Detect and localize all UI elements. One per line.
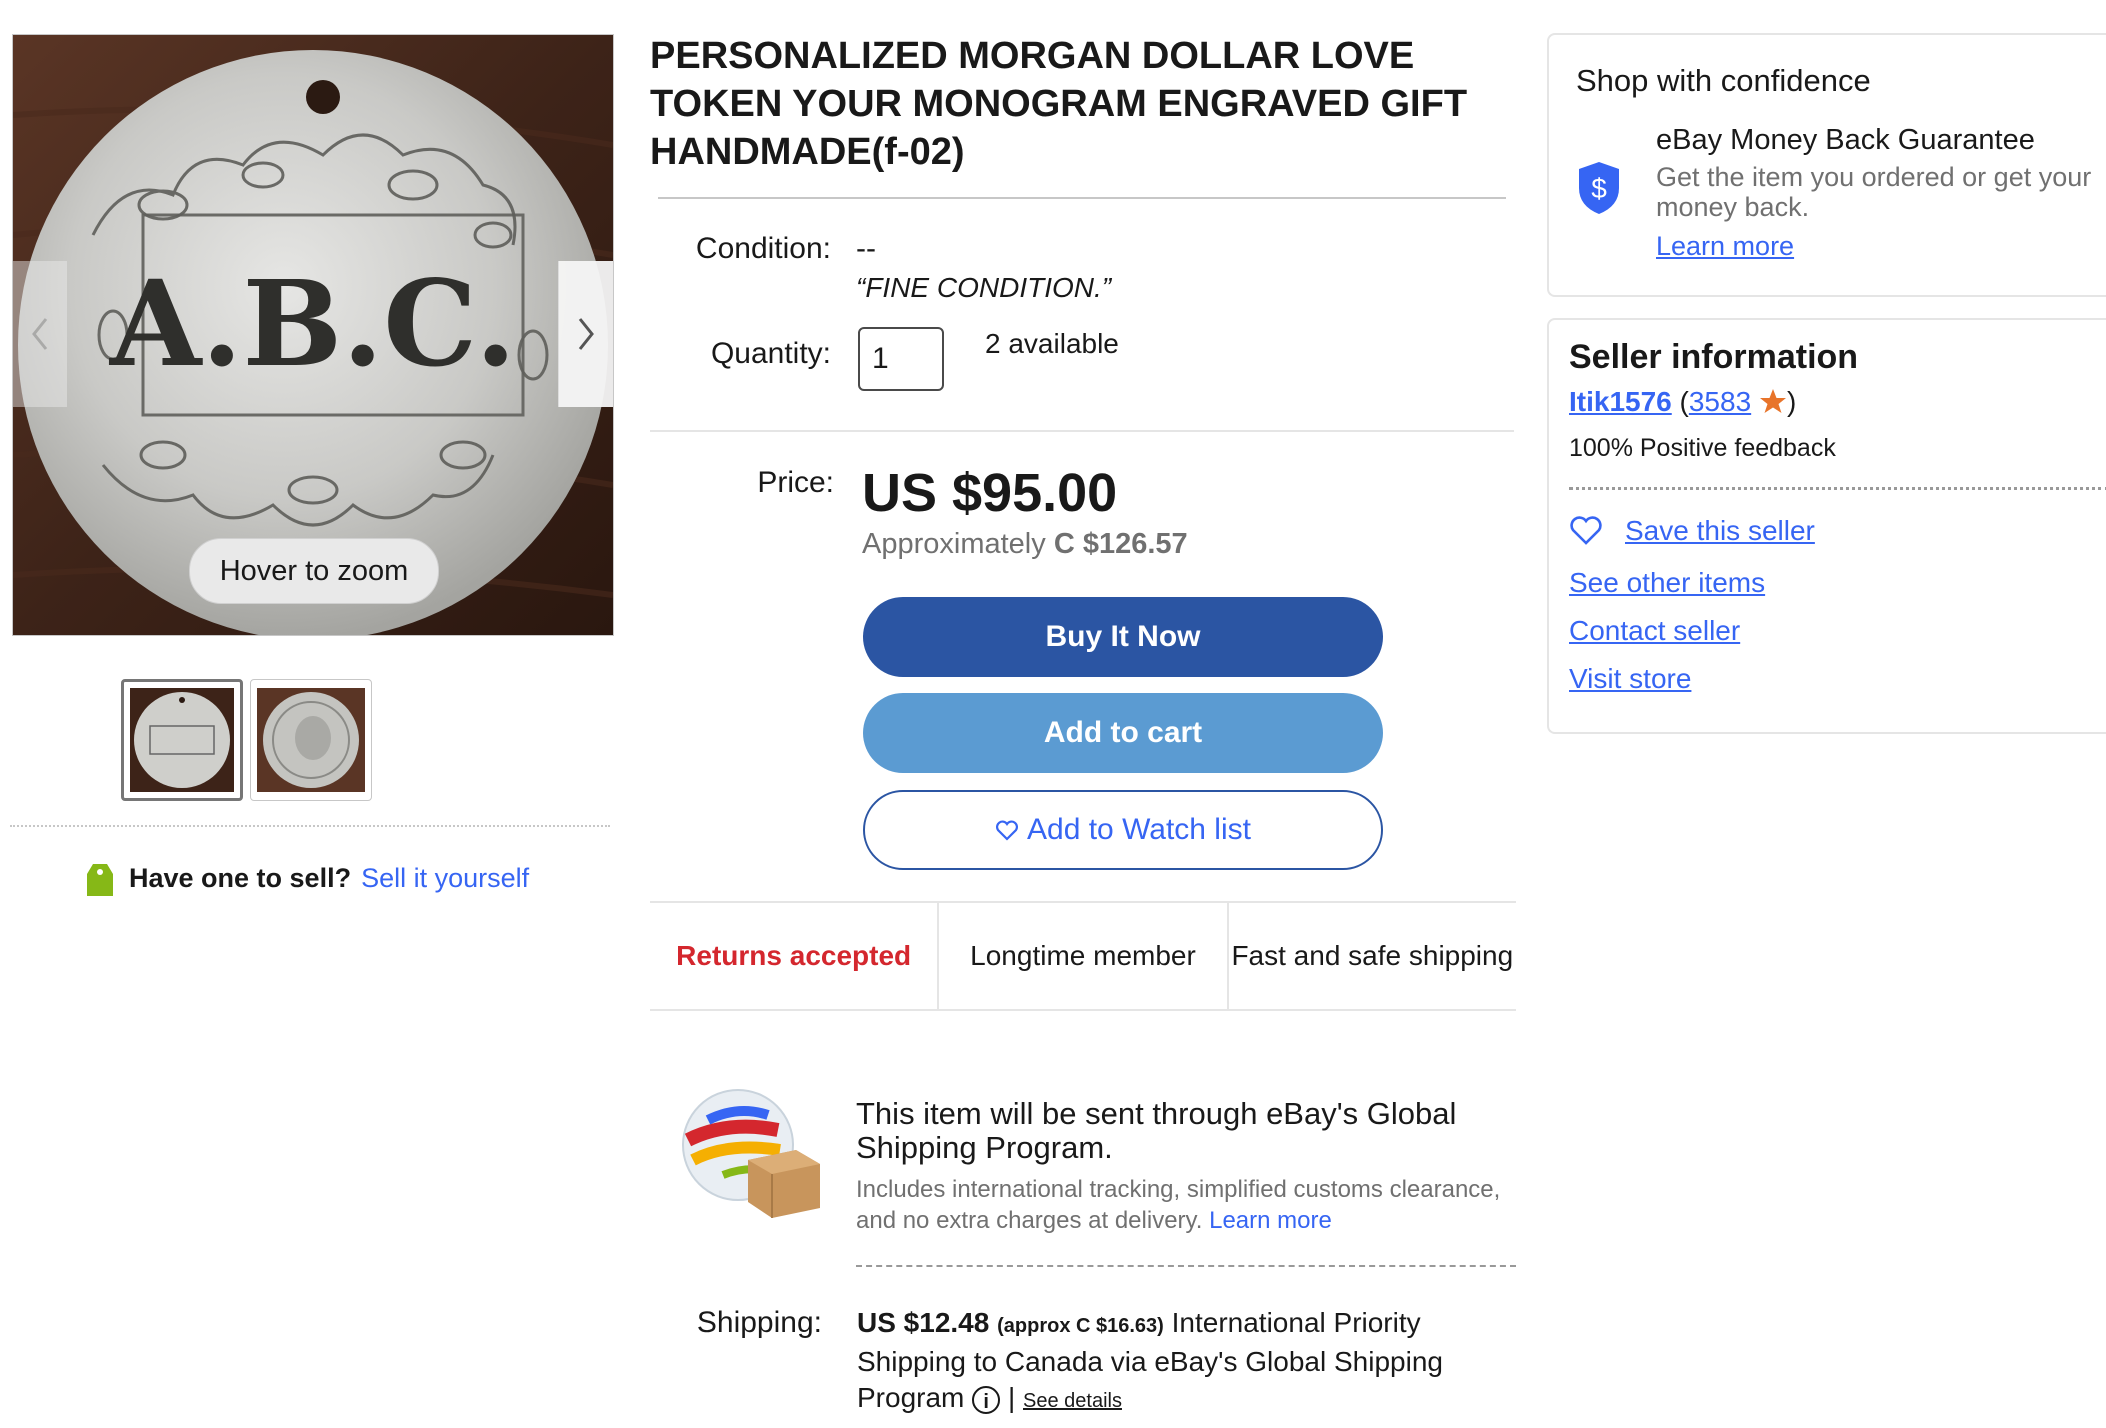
hover-to-zoom-pill: Hover to zoom	[189, 538, 439, 604]
add-to-watch-list-button[interactable]: Add to Watch list	[863, 790, 1383, 870]
sell-it-yourself-link[interactable]: Sell it yourself	[361, 863, 529, 894]
quantity-label: Quantity:	[710, 337, 831, 370]
star-icon	[1759, 389, 1786, 413]
trust-badges: Returns accepted Longtime member Fast an…	[650, 901, 1516, 1011]
shield-dollar-icon: $	[1575, 160, 1623, 221]
shipping-label: Shipping:	[696, 1306, 822, 1339]
gallery-prev-button[interactable]	[13, 261, 67, 407]
chevron-left-icon	[32, 318, 48, 350]
confidence-title: Shop with confidence	[1576, 63, 1871, 98]
approx-value: C $126.57	[1053, 528, 1188, 560]
info-icon[interactable]: i	[972, 1385, 1001, 1414]
heart-icon	[996, 820, 1018, 841]
condition-value: --	[856, 232, 876, 265]
shipping-separator: |	[1007, 1382, 1016, 1413]
feedback-score-link[interactable]: 3583	[1689, 386, 1751, 417]
money-back-title: eBay Money Back Guarantee	[1656, 124, 2035, 156]
sell-question: Have one to sell?	[129, 862, 352, 893]
sell-prompt: Have one to sell? Sell it yourself	[85, 856, 529, 900]
thumbnail-coin-front	[130, 688, 234, 792]
condition-label: Condition:	[695, 232, 831, 265]
shipping-divider	[856, 1265, 1516, 1267]
gallery-divider	[10, 825, 610, 827]
seller-name-link[interactable]: Itik1576	[1569, 386, 1672, 417]
badge-longtime-member: Longtime member	[937, 903, 1226, 1009]
see-other-items-link[interactable]: See other items	[1569, 567, 1765, 599]
main-product-image[interactable]: A.B.C. Hover to zoom	[12, 34, 614, 636]
title-divider	[658, 197, 1506, 199]
thumbnail-1[interactable]	[121, 679, 243, 801]
price-label: Price:	[757, 466, 834, 499]
see-details-link[interactable]: See details	[1023, 1390, 1122, 1412]
engraving-text: A.B.C.	[109, 254, 516, 393]
open-paren: (	[1679, 386, 1689, 417]
visit-store-link[interactable]: Visit store	[1569, 663, 1691, 695]
contact-seller-link[interactable]: Contact seller	[1569, 615, 1740, 647]
watch-list-label: Add to Watch list	[1027, 813, 1251, 846]
seller-id-line: Itik1576 (3583 )	[1569, 386, 1796, 418]
save-seller-link[interactable]: Save this seller	[1625, 515, 1815, 547]
quantity-input[interactable]	[858, 327, 944, 391]
global-shipping-description: Includes international tracking, simplif…	[856, 1174, 1536, 1236]
money-back-learn-more-link[interactable]: Learn more	[1656, 231, 1794, 262]
badge-fast-shipping: Fast and safe shipping	[1226, 903, 1516, 1009]
gsp-learn-more-link[interactable]: Learn more	[1209, 1207, 1332, 1234]
price-value: US $95.00	[862, 463, 1118, 523]
quantity-available: 2 available	[985, 328, 1119, 359]
seller-divider	[1569, 487, 2106, 490]
close-paren: )	[1786, 386, 1797, 417]
price-tag-icon	[87, 864, 113, 896]
approximate-price: Approximately C $126.57	[862, 528, 1188, 561]
shipping-amount: US $12.48	[857, 1307, 990, 1338]
add-to-cart-button[interactable]: Add to cart	[863, 693, 1383, 773]
gallery-next-button[interactable]	[558, 261, 613, 407]
global-shipping-icon	[668, 1080, 828, 1225]
global-shipping-title: This item will be sent through eBay's Gl…	[856, 1096, 1457, 1165]
save-seller-row[interactable]: Save this seller	[1569, 515, 1815, 547]
svg-text:$: $	[1591, 173, 1607, 204]
chevron-right-icon	[578, 318, 594, 350]
condition-description: “FINE CONDITION.”	[856, 272, 1112, 303]
quantity-divider	[650, 430, 1514, 432]
heart-outline-icon	[1570, 516, 1602, 545]
seller-title: Seller information	[1569, 338, 1859, 376]
thumbnail-coin-back	[257, 688, 365, 792]
money-back-description: Get the item you ordered or get your mon…	[1656, 162, 2092, 222]
item-title: PERSONALIZED MORGAN DOLLAR LOVE TOKEN YO…	[650, 35, 1468, 173]
positive-feedback: 100% Positive feedback	[1569, 434, 1836, 462]
shipping-details: US $12.48 (approx C $16.63) Internationa…	[857, 1305, 1537, 1419]
buy-it-now-button[interactable]: Buy It Now	[863, 597, 1383, 677]
gsp-desc-text: Includes international tracking, simplif…	[856, 1176, 1501, 1234]
approx-prefix: Approximately	[862, 528, 1046, 560]
badge-returns-accepted: Returns accepted	[676, 940, 912, 971]
thumbnail-2[interactable]	[250, 679, 372, 801]
shipping-approx: (approx C $16.63)	[997, 1315, 1164, 1337]
